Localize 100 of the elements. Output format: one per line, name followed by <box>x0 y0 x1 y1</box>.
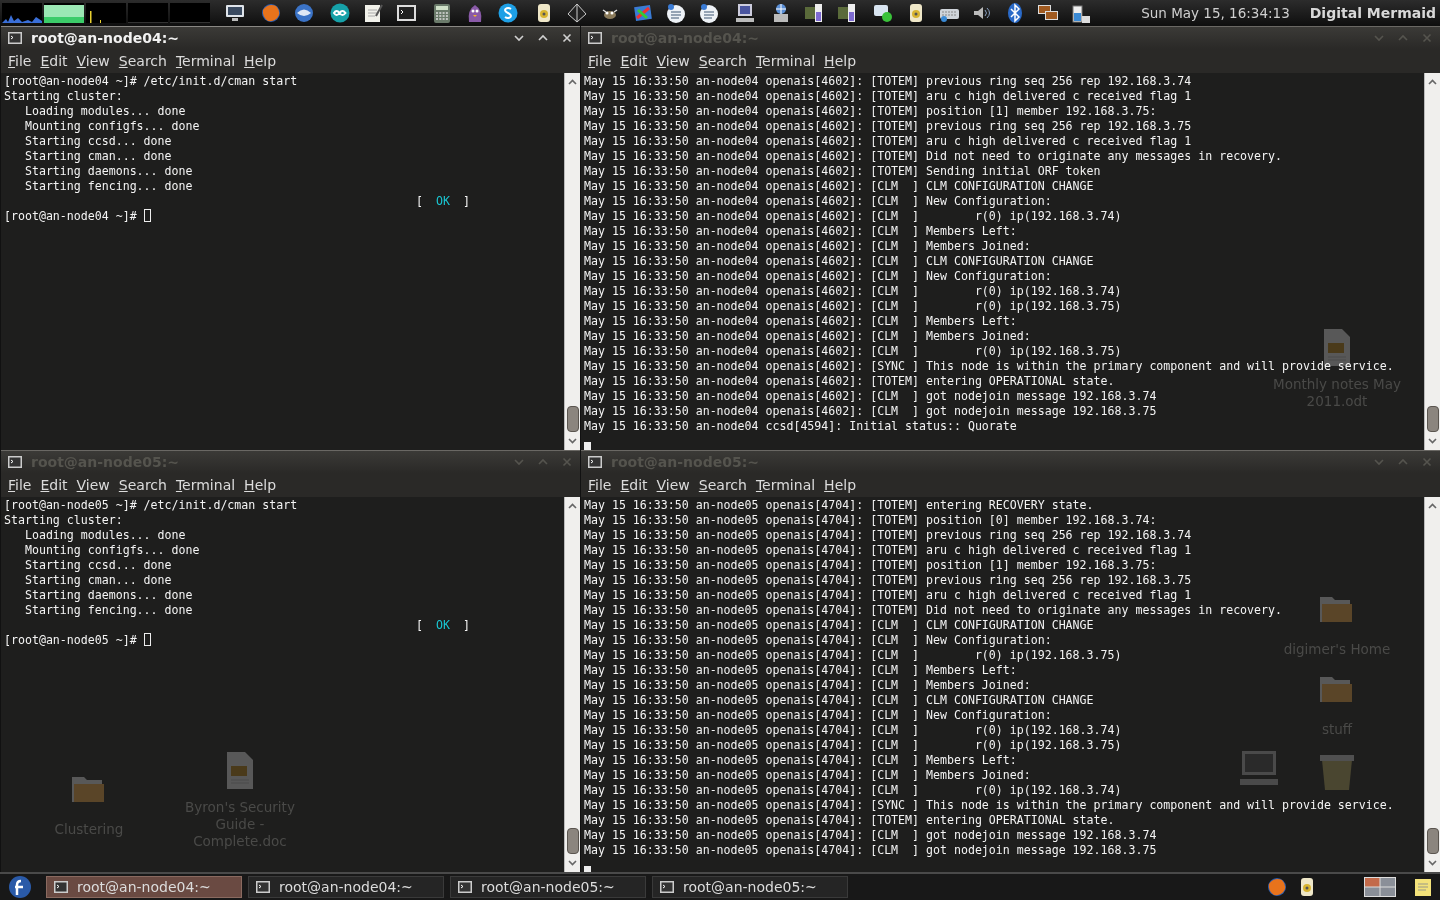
taskbar-button[interactable]: root@an-node05:~ <box>652 876 848 898</box>
terminal-line: May 15 16:33:50 an-node05 openais[4704]: [CLM ] r(0) ip(192.168.3.75) <box>584 738 1122 753</box>
menu-item[interactable]: Terminal <box>172 53 239 69</box>
terminal-line: Starting daemons... done <box>23 588 193 603</box>
terminal-icon[interactable] <box>7 454 23 470</box>
taskbar-button[interactable]: root@an-node04:~ <box>248 876 444 898</box>
terminal-icon[interactable] <box>587 454 603 470</box>
scrollbar[interactable] <box>564 73 580 450</box>
menu-item[interactable]: View <box>653 477 693 493</box>
scroll-thumb[interactable] <box>1426 828 1439 854</box>
terminal-line: Starting fencing... done <box>23 603 193 618</box>
terminal-line: May 15 16:33:50 an-node04 openais[4602]: [CLM ] got nodejoin message 192.168.3.75 <box>584 404 1157 419</box>
terminal-line: May 15 16:33:50 an-node04 openais[4602]: [CLM ] r(0) ip(192.168.3.75) <box>584 344 1122 359</box>
chat-logo-icon[interactable] <box>497 2 519 24</box>
menu-item[interactable]: Edit <box>37 477 71 493</box>
taskbar-button[interactable]: root@an-node05:~ <box>450 876 646 898</box>
terminal-line: May 15 16:33:50 an-node05 openais[4704]: [TOTEM] position [1] member 192.168.3.75: <box>584 558 1157 573</box>
clock[interactable]: Sun May 15, 16:34:13 <box>1141 5 1290 21</box>
menu-item[interactable]: Help <box>821 53 860 69</box>
menu-item[interactable]: Search <box>115 477 170 493</box>
terminal-line: May 15 16:33:50 an-node05 openais[4704]: [TOTEM] previous ring seq 256 rep 192.168.3.74 <box>584 528 1192 543</box>
terminal-line: May 15 16:33:50 an-node05 openais[4704]: [CLM ] Members Joined: <box>584 678 1031 693</box>
scroll-thumb[interactable] <box>566 406 579 432</box>
notepad-icon[interactable] <box>362 2 384 24</box>
terminal-line: May 15 16:33:50 an-node05 openais[4704]: [CLM ] got nodejoin message 192.168.3.75 <box>584 843 1157 858</box>
menu-item[interactable]: File <box>585 53 615 69</box>
scroll-thumb[interactable] <box>1426 406 1439 432</box>
taskbar-button[interactable]: root@an-node04:~ <box>46 876 242 898</box>
terminal-line: May 15 16:33:50 an-node05 openais[4704]: [TOTEM] aru c high delivered c received flag 1 <box>584 588 1192 603</box>
terminal-line: May 15 16:33:50 an-node05 openais[4704]: [CLM ] got nodejoin message 192.168.3.74 <box>584 828 1157 843</box>
terminal-line: May 15 16:33:50 an-node05 openais[4704]: [CLM ] CLM CONFIGURATION CHANGE <box>584 618 1094 633</box>
menu-item[interactable]: File <box>5 53 35 69</box>
chat-bubble-icon[interactable] <box>872 2 894 24</box>
menu-item[interactable]: View <box>653 53 693 69</box>
terminal-line: Starting daemons... done <box>23 164 193 179</box>
menu-item[interactable]: Edit <box>617 477 651 493</box>
menu-item[interactable]: File <box>5 477 35 493</box>
menu-item[interactable]: Help <box>821 477 860 493</box>
terminal-line: May 15 16:33:50 an-node04 openais[4602]: [CLM ] New Configuration: <box>584 194 1052 209</box>
menu-item[interactable]: Terminal <box>752 477 819 493</box>
menu-item[interactable]: Help <box>241 53 280 69</box>
status-line: [ OK ] <box>415 194 470 209</box>
battery-icon[interactable] <box>1070 2 1092 24</box>
scroll-down-icon[interactable] <box>566 857 579 869</box>
infinity-icon[interactable] <box>329 2 351 24</box>
scroll-down-icon[interactable] <box>566 435 579 447</box>
close-icon[interactable] <box>560 31 574 45</box>
terminal-icon[interactable] <box>457 879 473 895</box>
terminal-line: May 15 16:33:50 an-node04 ccsd[4594]: Initial status:: Quorate <box>584 419 1017 434</box>
menu-item[interactable]: Terminal <box>752 53 819 69</box>
menu-item[interactable]: Edit <box>617 53 651 69</box>
menu-item[interactable]: View <box>73 53 113 69</box>
menu-item[interactable]: View <box>73 477 113 493</box>
terminal-line: May 15 16:33:50 an-node05 openais[4704]: [CLM ] r(0) ip(192.168.3.75) <box>584 648 1122 663</box>
memory-chip-icon[interactable] <box>836 2 858 24</box>
sticky-note-icon[interactable] <box>1412 876 1434 898</box>
terminal-line: May 15 16:33:50 an-node04 openais[4602]: [CLM ] Members Left: <box>584 314 1017 329</box>
terminal-line: Starting cluster: <box>4 89 124 104</box>
palette-icon[interactable] <box>632 2 654 24</box>
terminal-icon[interactable] <box>255 879 271 895</box>
menu-item[interactable]: Edit <box>37 53 71 69</box>
menu-item[interactable]: File <box>585 477 615 493</box>
monitor-icon[interactable] <box>224 2 246 24</box>
window-title: root@an-node04:~ <box>31 30 179 46</box>
terminal-line: May 15 16:33:50 an-node04 openais[4602]: [TOTEM] previous ring seq 256 rep 192.168.3.75 <box>584 119 1192 134</box>
terminal-line: May 15 16:33:50 an-node04 openais[4602]: [CLM ] got nodejoin message 192.168.3.74 <box>584 389 1157 404</box>
scrollbar[interactable] <box>1424 497 1440 872</box>
menu-item[interactable]: Terminal <box>172 477 239 493</box>
pyramid-icon[interactable] <box>566 2 588 24</box>
terminal-icon[interactable] <box>7 30 23 46</box>
computer-icon[interactable] <box>734 2 756 24</box>
scrollbar[interactable] <box>564 497 580 872</box>
user-name[interactable]: Digital Mermaid <box>1309 5 1436 21</box>
workspace-switcher-icon[interactable] <box>1364 877 1396 897</box>
terminal-line: May 15 16:33:50 an-node05 openais[4704]: [CLM ] r(0) ip(192.168.3.74) <box>584 723 1122 738</box>
system-monitor-graph[interactable] <box>44 3 84 23</box>
terminal-line: [root@an-node05 ~]# /etc/init.d/cman start <box>4 498 298 512</box>
terminal-line: May 15 16:33:50 an-node04 openais[4602]: [TOTEM] Did not need to originate any messages in recovery. <box>584 149 1282 164</box>
scroll-thumb[interactable] <box>566 828 579 854</box>
scroll-down-icon[interactable] <box>1426 435 1439 447</box>
terminal-line: May 15 16:33:50 an-node04 openais[4602]: [TOTEM] aru c high delivered c received flag 1 <box>584 134 1192 149</box>
fedora-logo-icon[interactable] <box>8 875 32 899</box>
terminal-icon[interactable] <box>659 879 675 895</box>
menu-item[interactable]: Search <box>695 53 750 69</box>
scrollbar[interactable] <box>1424 73 1440 450</box>
scroll-down-icon[interactable] <box>1426 857 1439 869</box>
memory-chip-icon[interactable] <box>803 2 825 24</box>
terminal-line: May 15 16:33:50 an-node05 openais[4704]: [CLM ] r(0) ip(192.168.3.74) <box>584 783 1122 798</box>
terminal-icon[interactable] <box>53 879 69 895</box>
terminal-line: May 15 16:33:50 an-node04 openais[4602]: [TOTEM] Sending initial ORF token <box>584 164 1101 179</box>
terminal-icon[interactable] <box>587 30 603 46</box>
terminal-line: May 15 16:33:50 an-node04 openais[4602]: [CLM ] Members Joined: <box>584 239 1031 254</box>
terminal-line: May 15 16:33:50 an-node05 openais[4704]: [TOTEM] previous ring seq 256 rep 192.168.3.75 <box>584 573 1192 588</box>
menu-item[interactable]: Search <box>695 477 750 493</box>
terminal-line: Mounting configfs... done <box>23 543 200 558</box>
menu-item[interactable]: Help <box>241 477 280 493</box>
terminal-line: May 15 16:33:50 an-node04 openais[4602]: [TOTEM] entering OPERATIONAL state. <box>584 374 1115 389</box>
terminal-icon[interactable] <box>395 2 417 24</box>
calculator-icon[interactable] <box>431 2 453 24</box>
menu-item[interactable]: Search <box>115 53 170 69</box>
